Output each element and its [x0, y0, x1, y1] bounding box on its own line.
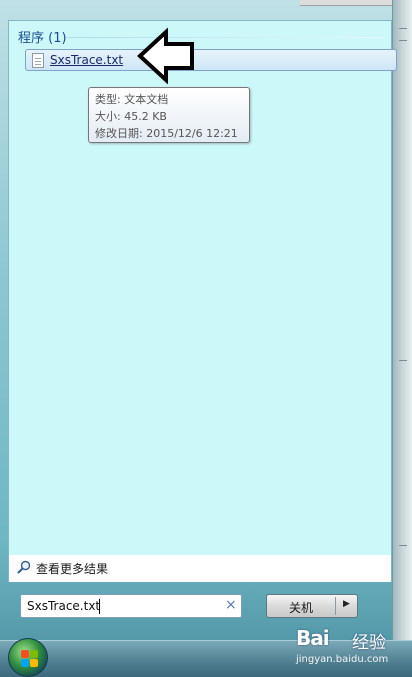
clear-search-icon[interactable]: ×: [225, 597, 237, 613]
shutdown-options-arrow-icon[interactable]: ▶: [343, 599, 350, 609]
windows-logo-icon: [30, 659, 38, 667]
watermark-url: jingyan.baidu.com: [296, 654, 389, 665]
shutdown-label[interactable]: 关机: [267, 599, 335, 616]
section-divider: [67, 37, 383, 38]
edge-tick: [399, 545, 407, 546]
file-info-tooltip: 类型: 文本文档 大小: 45.2 KB 修改日期: 2015/12/6 12:…: [88, 87, 250, 143]
watermark-suffix: 经验: [352, 633, 386, 653]
shutdown-button[interactable]: 关机 ▶: [266, 594, 358, 618]
start-orb-button[interactable]: [8, 638, 48, 677]
see-more-results-label[interactable]: 查看更多结果: [36, 560, 108, 577]
search-input-value[interactable]: SxsTrace.txt: [27, 599, 100, 613]
edge-tick: [399, 40, 407, 41]
shutdown-divider: [335, 597, 336, 615]
see-more-results-link[interactable]: 查看更多结果: [8, 555, 392, 582]
desktop-scroll-edge: [392, 0, 412, 640]
pointer-arrow-icon: [137, 28, 194, 84]
windows-logo-icon: [21, 659, 29, 667]
desktop-window-edge: [300, 0, 392, 6]
edge-tick: [399, 28, 407, 29]
search-result-sxstrace[interactable]: SxsTrace.txt: [25, 49, 397, 71]
text-file-icon: [32, 53, 44, 68]
tooltip-type: 类型: 文本文档: [95, 93, 169, 106]
watermark-logo: Bai: [296, 626, 330, 650]
tooltip-size: 大小: 45.2 KB: [95, 110, 167, 123]
start-search-input[interactable]: SxsTrace.txt ×: [20, 594, 242, 618]
text-caret: [99, 599, 100, 614]
baidu-jingyan-watermark: Bai 经验 jingyan.baidu.com: [296, 626, 406, 674]
search-icon: [17, 560, 31, 574]
tooltip-modified: 修改日期: 2015/12/6 12:21: [95, 127, 238, 140]
search-result-label[interactable]: SxsTrace.txt: [50, 53, 123, 67]
windows-logo-icon: [30, 650, 38, 658]
section-header-programs: 程序 (1): [18, 31, 67, 46]
windows-logo-icon: [21, 650, 29, 658]
edge-tick: [399, 360, 407, 361]
